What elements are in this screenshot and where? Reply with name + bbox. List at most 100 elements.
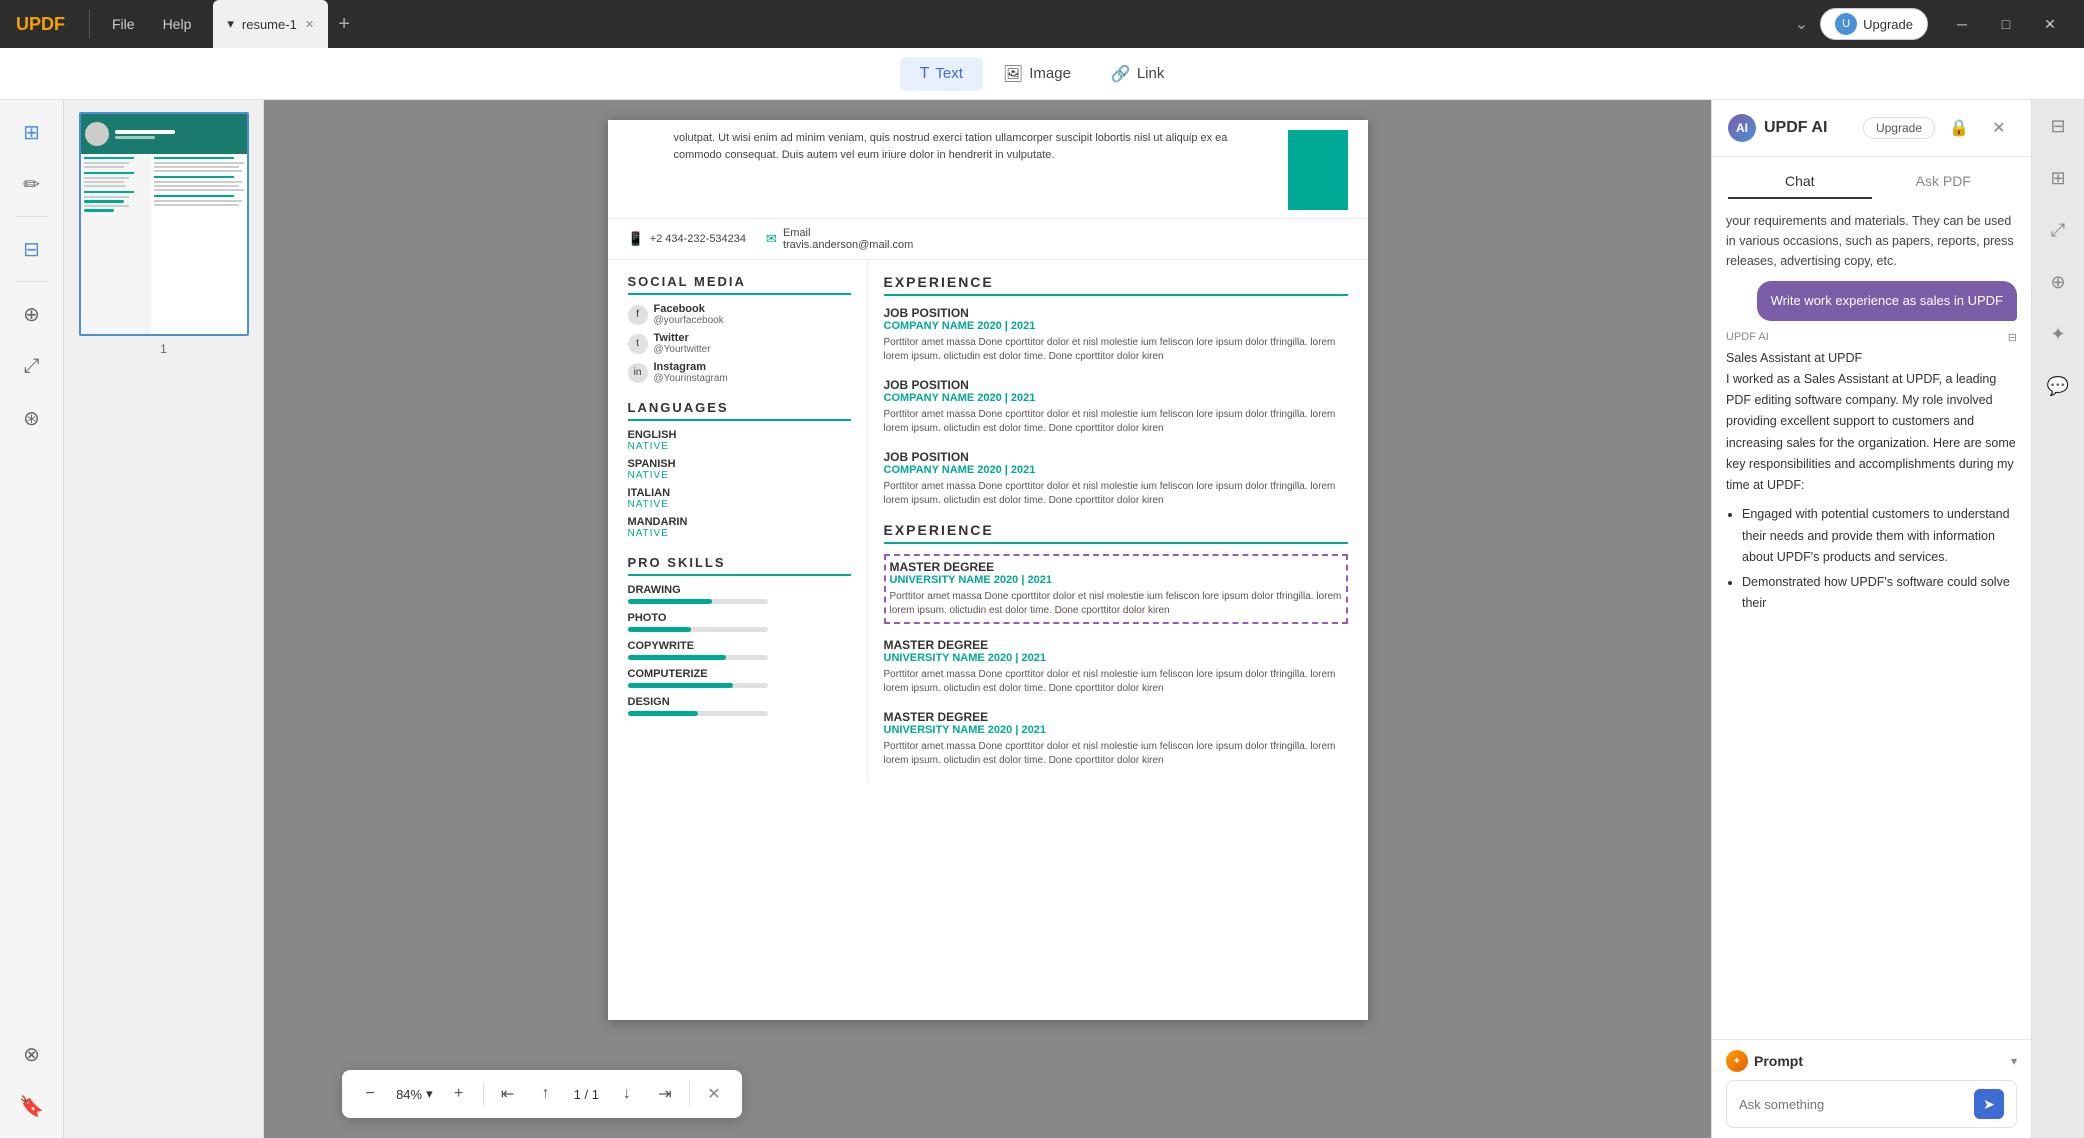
menu-file[interactable]: File bbox=[98, 16, 149, 32]
rs-chat-icon[interactable]: 💬 bbox=[2032, 360, 2084, 412]
sidebar-divider-1 bbox=[16, 216, 48, 217]
social-media-section: SOCIAL MEDIA f Facebook @yourfacebook t bbox=[628, 274, 851, 384]
skill-bar-bg-drawing bbox=[628, 599, 768, 604]
sidebar-icon-edit[interactable]: ⊟ bbox=[8, 225, 56, 273]
chat-content[interactable]: your requirements and materials. They ca… bbox=[1712, 199, 2031, 1039]
zoom-in-btn[interactable]: + bbox=[441, 1076, 477, 1112]
zoom-out-btn[interactable]: − bbox=[352, 1076, 388, 1112]
rs-star-icon[interactable]: ✦ bbox=[2032, 308, 2084, 360]
twitter-label: Twitter bbox=[654, 332, 711, 344]
tab-list-button[interactable]: ⌄ bbox=[1795, 14, 1808, 34]
panel-upgrade-btn[interactable]: Upgrade bbox=[1863, 117, 1935, 139]
exp-item-3: JOB POSITION COMPANY NAME 2020 | 2021 Po… bbox=[884, 450, 1348, 508]
toolbar-link-label: Link bbox=[1137, 65, 1165, 82]
email-label: Email bbox=[783, 227, 913, 239]
copy-icon[interactable]: ⊟ bbox=[2008, 331, 2017, 344]
languages-section: LANGUAGES ENGLISH NATIVE SPANISH NATIVE … bbox=[628, 400, 851, 539]
lang-english: ENGLISH NATIVE bbox=[628, 429, 851, 452]
experience-section-1: EXPERIENCE JOB POSITION COMPANY NAME 202… bbox=[884, 274, 1348, 508]
ai-bullet-2: Demonstrated how UPDF's software could s… bbox=[1742, 572, 2017, 615]
win-maximize[interactable]: □ bbox=[1984, 0, 2028, 48]
instagram-icon: in bbox=[628, 363, 648, 383]
image-toolbar-icon: 🖼 bbox=[1003, 64, 1023, 84]
win-close[interactable]: ✕ bbox=[2028, 0, 2072, 48]
panel-close-icon[interactable]: ✕ bbox=[1983, 112, 2015, 144]
ai-label: UPDF AI ⊟ bbox=[1726, 331, 2017, 344]
sidebar-icon-protect[interactable]: ⊛ bbox=[8, 394, 56, 442]
thumbnail-panel: 1 bbox=[64, 100, 264, 1138]
lang-italian: ITALIAN NATIVE bbox=[628, 487, 851, 510]
skill-bar-fill-design bbox=[628, 711, 698, 716]
exp-item-1: JOB POSITION COMPANY NAME 2020 | 2021 Po… bbox=[884, 306, 1348, 364]
skill-copywrite: COPYWRITE bbox=[628, 640, 851, 660]
sidebar-icon-bookmark[interactable]: 🔖 bbox=[8, 1082, 56, 1130]
title-bar: UPDF File Help ▾ resume-1 ✕ + ⌄ U Upgrad… bbox=[0, 0, 2084, 48]
sidebar-icon-draw[interactable]: ✏ bbox=[8, 160, 56, 208]
nav-next-btn[interactable]: ↓ bbox=[609, 1076, 645, 1112]
panel-lock-icon[interactable]: 🔒 bbox=[1943, 112, 1975, 144]
skill-bar-bg-design bbox=[628, 711, 768, 716]
toolbar-text-label: Text bbox=[935, 65, 963, 82]
sidebar-icon-layers[interactable]: ⊗ bbox=[8, 1030, 56, 1078]
social-item-twitter: t Twitter @Yourtwitter bbox=[628, 332, 851, 355]
resume-right: EXPERIENCE JOB POSITION COMPANY NAME 202… bbox=[868, 260, 1348, 782]
sidebar-icon-organize[interactable]: ⊕ bbox=[8, 290, 56, 338]
exp-title-1: EXPERIENCE bbox=[884, 274, 1348, 296]
tab-resume1[interactable]: ▾ resume-1 ✕ bbox=[213, 0, 328, 48]
toolbar-link-btn[interactable]: 🔗 Link bbox=[1091, 56, 1184, 92]
phone-text: +2 434-232-534234 bbox=[650, 233, 746, 245]
left-sidebar: ⊞ ✏ ⊟ ⊕ ⤢ ⊛ ⊗ 🔖 bbox=[0, 100, 64, 1138]
zoom-value[interactable]: 84% ▾ bbox=[390, 1086, 439, 1102]
nav-last-btn[interactable]: ⇥ bbox=[647, 1076, 683, 1112]
menu-help[interactable]: Help bbox=[149, 16, 206, 32]
exp-edu-item-1-selected[interactable]: MASTER DEGREE UNIVERSITY NAME 2020 | 202… bbox=[884, 554, 1348, 624]
toolbar-text-btn[interactable]: T Text bbox=[900, 57, 983, 91]
social-item-facebook: f Facebook @yourfacebook bbox=[628, 303, 851, 326]
page-number-label: 1 bbox=[160, 342, 167, 356]
social-media-title: SOCIAL MEDIA bbox=[628, 274, 851, 295]
win-minimize[interactable]: ─ bbox=[1940, 0, 1984, 48]
facebook-handle: @yourfacebook bbox=[654, 315, 724, 326]
rs-export-icon[interactable]: ⤢ bbox=[2032, 204, 2084, 256]
tab-arrow: ▾ bbox=[227, 16, 234, 32]
prompt-input[interactable] bbox=[1739, 1097, 1966, 1112]
page-thumbnail[interactable] bbox=[79, 112, 249, 336]
toolbar-close-btn[interactable]: ✕ bbox=[696, 1076, 732, 1112]
tab-chat[interactable]: Chat bbox=[1728, 165, 1872, 199]
rs-share-icon[interactable]: ⊕ bbox=[2032, 256, 2084, 308]
skill-photo: PHOTO bbox=[628, 612, 851, 632]
skill-drawing: DRAWING bbox=[628, 584, 851, 604]
prompt-input-row: ➤ bbox=[1726, 1080, 2017, 1128]
nav-prev-btn[interactable]: ↑ bbox=[528, 1076, 564, 1112]
tab-ask-pdf[interactable]: Ask PDF bbox=[1872, 165, 2016, 199]
toolbar-image-btn[interactable]: 🖼 Image bbox=[983, 56, 1091, 92]
bt-separator-1 bbox=[483, 1082, 484, 1106]
skill-design: DESIGN bbox=[628, 696, 851, 716]
bt-separator-2 bbox=[689, 1082, 690, 1106]
tab-add-button[interactable]: + bbox=[328, 0, 360, 48]
page-display: 1 / 1 bbox=[566, 1087, 607, 1102]
facebook-label: Facebook bbox=[654, 303, 724, 315]
prompt-chevron-icon[interactable]: ▾ bbox=[2011, 1054, 2017, 1068]
edit-toolbar: T Text 🖼 Image 🔗 Link bbox=[0, 48, 2084, 100]
link-toolbar-icon: 🔗 bbox=[1111, 64, 1131, 84]
tab-label: resume-1 bbox=[242, 17, 297, 32]
bottom-toolbar: − 84% ▾ + ⇤ ↑ 1 / 1 ↓ ⇥ ✕ bbox=[342, 1070, 742, 1118]
rs-expand-icon[interactable]: ⊞ bbox=[2032, 152, 2084, 204]
ai-response-list: Engaged with potential customers to unde… bbox=[1726, 504, 2017, 614]
lang-spanish: SPANISH NATIVE bbox=[628, 458, 851, 481]
skill-bar-bg-photo bbox=[628, 627, 768, 632]
pro-skills-section: PRO SKILLS DRAWING PHOTO bbox=[628, 555, 851, 716]
nav-first-btn[interactable]: ⇤ bbox=[490, 1076, 526, 1112]
skill-bar-bg-copywrite bbox=[628, 655, 768, 660]
upgrade-button-title[interactable]: U Upgrade bbox=[1820, 8, 1928, 40]
rs-history-icon[interactable]: ⊟ bbox=[2032, 100, 2084, 152]
intro-text: volutpat. Ut wisi enim ad minim veniam, … bbox=[674, 130, 1272, 163]
pdf-area[interactable]: volutpat. Ut wisi enim ad minim veniam, … bbox=[264, 100, 1711, 1138]
prompt-header: ✦ Prompt ▾ bbox=[1726, 1050, 2017, 1072]
prompt-send-btn[interactable]: ➤ bbox=[1974, 1089, 2004, 1119]
skill-bar-fill-photo bbox=[628, 627, 691, 632]
sidebar-icon-convert[interactable]: ⤢ bbox=[8, 342, 56, 390]
sidebar-icon-document[interactable]: ⊞ bbox=[8, 108, 56, 156]
tab-close[interactable]: ✕ bbox=[305, 18, 314, 31]
